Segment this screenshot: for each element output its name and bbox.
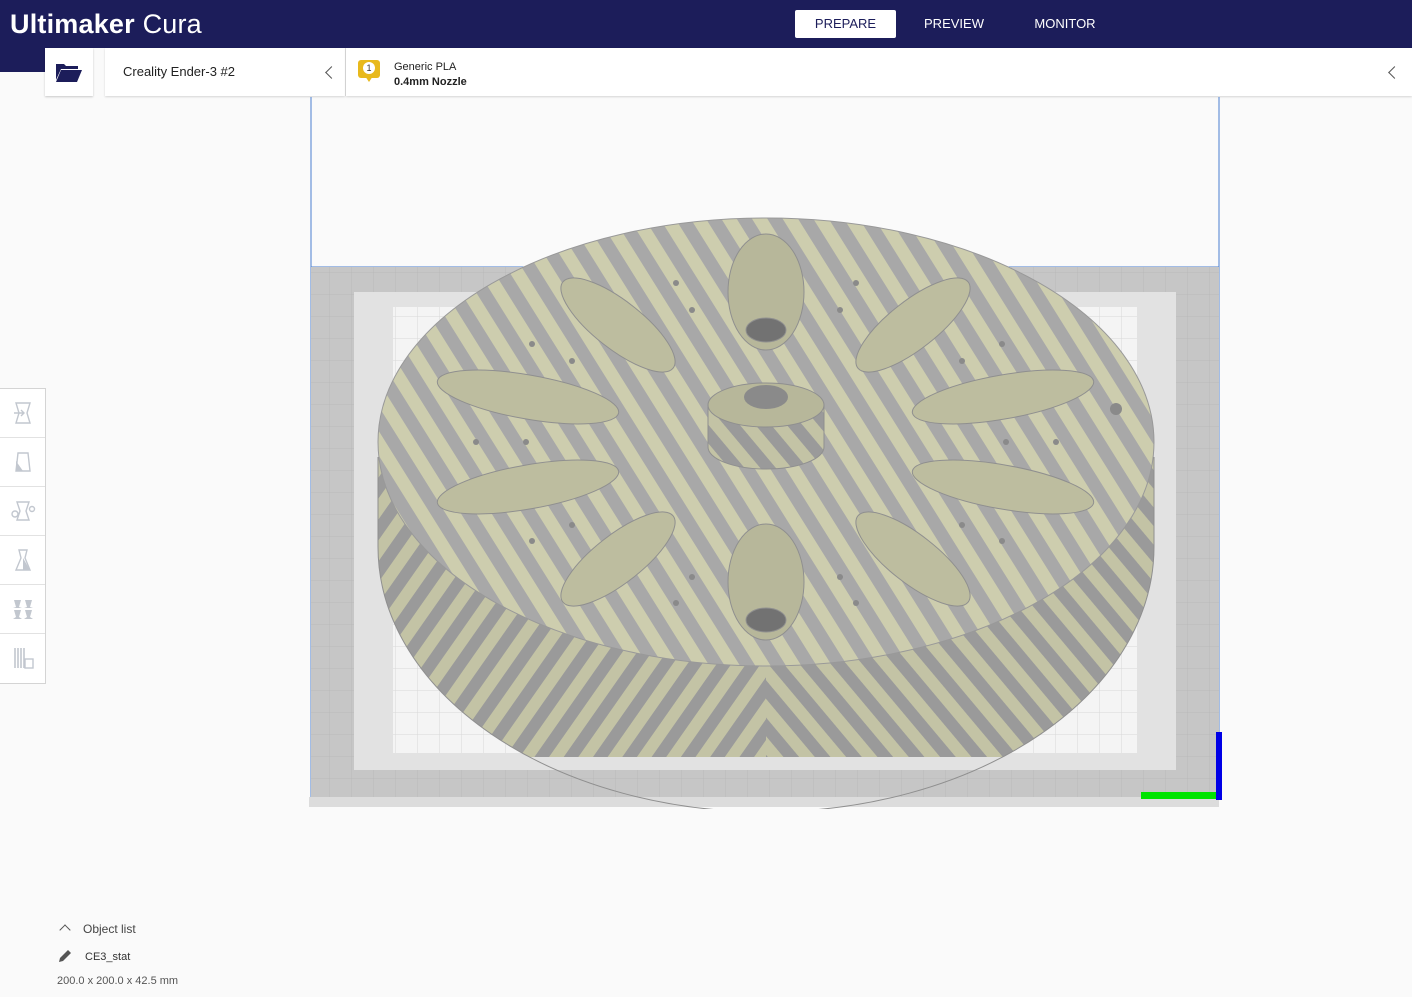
rotate-tool-button[interactable] [0, 487, 45, 536]
print-config-selector[interactable]: 1 Generic PLA 0.4mm Nozzle [346, 48, 1412, 96]
object-dimensions: 200.0 x 200.0 x 42.5 mm [57, 975, 179, 987]
extruder-badge-icon: 1 [358, 60, 380, 82]
scale-tool-button[interactable] [0, 438, 45, 487]
object-name: CE3_stat [85, 951, 131, 963]
open-file-button[interactable] [45, 48, 93, 96]
header-bar: Ultimaker Cura PREPARE PREVIEW MONITOR [0, 0, 1412, 48]
move-icon [13, 402, 31, 424]
tab-prepare[interactable]: PREPARE [795, 10, 896, 38]
stage-tabs: PREPARE PREVIEW MONITOR [795, 10, 1118, 38]
support-blocker-tool-button[interactable] [0, 634, 45, 682]
folder-open-icon [56, 64, 82, 82]
3d-viewport[interactable] [308, 97, 1223, 813]
edit-object-name-button[interactable] [57, 948, 75, 966]
printer-selector[interactable]: Creality Ender-3 #2 [105, 48, 345, 96]
printer-name: Creality Ender-3 #2 [123, 64, 235, 79]
nozzle-size: 0.4mm Nozzle [394, 76, 467, 88]
rotate-icon [10, 501, 35, 521]
per-model-settings-icon [12, 600, 33, 619]
chevron-up-icon [59, 924, 71, 936]
tab-monitor[interactable]: MONITOR [1012, 10, 1118, 38]
object-list-panel: Object list CE3_stat 200.0 x 200.0 x 42.… [57, 918, 357, 994]
header-extension [0, 48, 45, 72]
move-tool-button[interactable] [0, 389, 45, 438]
chevron-left-icon [325, 66, 338, 79]
mirror-icon [14, 549, 31, 571]
pencil-icon [59, 950, 71, 962]
build-volume-scene [309, 97, 1222, 813]
mirror-tool-button[interactable] [0, 536, 45, 585]
support-blocker-icon [13, 648, 34, 669]
extruder-number: 1 [363, 62, 375, 74]
chevron-left-icon [1388, 66, 1401, 79]
app-logo: Ultimaker Cura [10, 9, 202, 39]
tool-panel [0, 388, 46, 684]
object-list-label: Object list [83, 922, 136, 936]
scale-icon [14, 452, 31, 472]
material-name: Generic PLA [394, 61, 457, 73]
per-model-settings-tool-button[interactable] [0, 585, 45, 634]
tab-preview[interactable]: PREVIEW [896, 10, 1012, 38]
